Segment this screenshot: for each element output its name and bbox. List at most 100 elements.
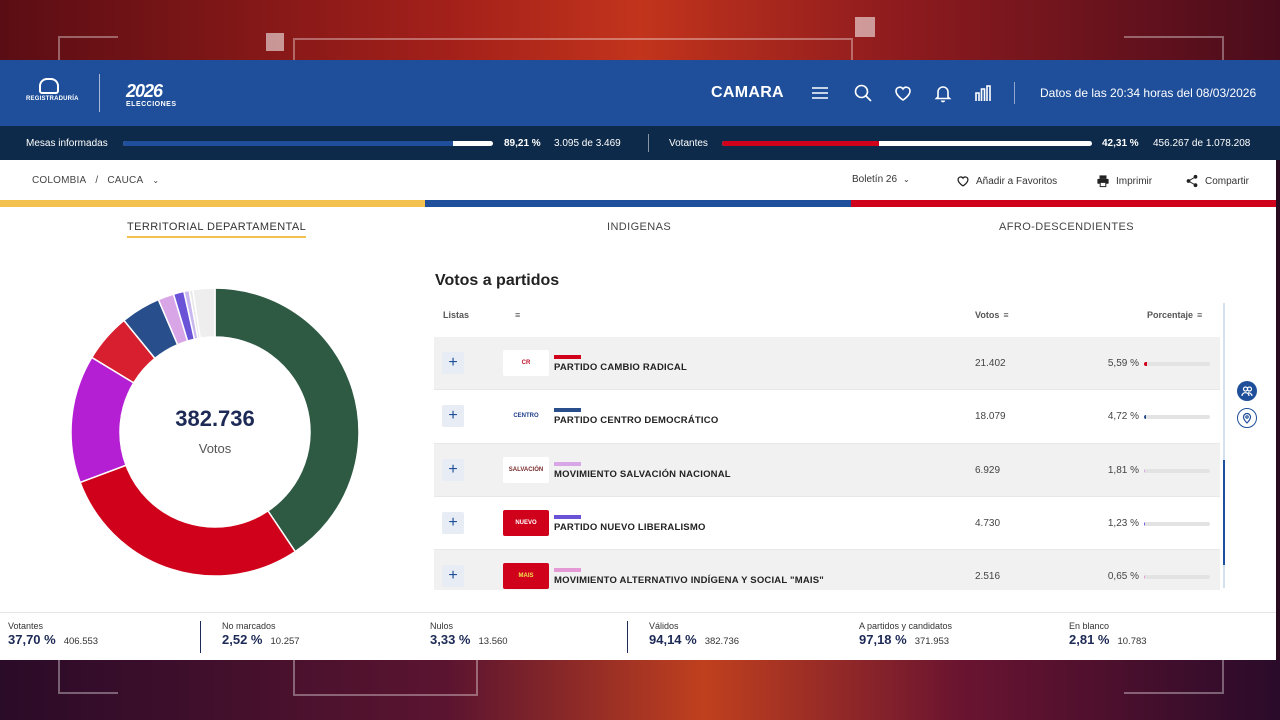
tab-indigenas[interactable]: INDIGENAS [607,221,671,236]
party-row[interactable]: + CR PARTIDO CAMBIO RADICAL 21.402 5,59 … [434,337,1220,391]
share-icon [1186,174,1198,188]
party-name: MOVIMIENTO ALTERNATIVO INDÍGENA Y SOCIAL… [554,575,825,587]
column-header-votos[interactable]: Votos ≡ [975,310,1009,320]
candidates-button[interactable] [1237,381,1257,401]
party-votes: 21.402 [975,358,1006,369]
party-color-stripe [554,461,581,466]
data-timestamp: Datos de las 20:34 horas del 08/03/2026 [1040,86,1257,100]
bell-icon[interactable] [933,83,953,103]
party-percent-fill [1144,415,1147,420]
strip-divider [648,134,649,152]
expand-button[interactable]: + [442,458,464,481]
votes-donut-chart [70,287,360,577]
party-votes: 4.730 [975,517,1001,529]
mesas-label: Mesas informadas [26,138,108,149]
party-row[interactable]: + NUEVO LIBERALISMO PARTIDO NUEVO LIBERA… [434,497,1220,551]
stat-percent: 94,14 % [649,632,697,647]
stat-label: Nulos [430,621,454,631]
table-scrollbar-thumb[interactable] [1223,460,1225,565]
party-percent: 1,23 % [1107,517,1139,529]
stat-count: 10.257 [270,636,300,647]
stat-percent: 2,81 % [1069,632,1110,647]
flag-red-segment [850,200,1276,207]
share-button[interactable]: Compartir [1185,174,1249,188]
elections-logo-word: ELECCIONES [126,101,177,108]
progress-strip: Mesas informadas 89,21 % 3.095 de 3.469 … [0,126,1280,160]
party-percent: 5,59 % [1107,358,1139,369]
votantes-label: Votantes [669,138,708,149]
votantes-progress-bar [722,141,1092,146]
print-button[interactable]: Imprimir [1096,174,1152,188]
elections-logo-year: 2026 [126,81,163,101]
expand-button[interactable]: + [442,565,464,588]
stat-percent: 37,70 % [8,632,56,647]
tab-territorial-departamental[interactable]: TERRITORIAL DEPARTAMENTAL [127,221,307,238]
party-list[interactable]: + CR PARTIDO CAMBIO RADICAL 21.402 5,59 … [434,337,1220,590]
party-percent-bar [1144,575,1210,580]
location-button[interactable] [1237,408,1257,428]
map-pin-icon [1242,412,1252,424]
add-favorites-button[interactable]: Añadir a Favoritos [956,174,1057,188]
stat-percent: 2,52 % [222,632,263,647]
breadcrumb: COLOMBIA / CAUCA ⌄ [32,175,165,186]
party-logo: CENTRO [503,403,549,430]
menu-icon[interactable] [810,83,830,103]
column-header-listas[interactable]: Listas [443,310,469,320]
party-name: PARTIDO NUEVO LIBERALISMO [554,521,706,533]
summary-stats-bar: Votantes 37,70 % 406.553 No marcados 2,52… [0,612,1276,660]
breadcrumb-department[interactable]: CAUCA [107,175,143,186]
party-votes: 2.516 [975,571,1001,583]
donut-total-votes: 382.736 [175,406,255,431]
stat-count: 13.560 [478,636,508,647]
stat-count: 406.553 [63,636,99,647]
tab-afro-descendientes[interactable]: AFRO-DESCENDIENTES [999,221,1134,236]
party-color-stripe [554,514,581,519]
heart-icon [957,176,969,187]
bar-chart-icon[interactable] [973,83,993,103]
votantes-count: 456.267 de 1.078.208 [1153,138,1251,149]
column-header-votos-label: Votos [975,310,1000,320]
column-header-listas-label: Listas [443,310,470,320]
chevron-down-icon[interactable]: ⌄ [152,176,159,185]
top-header: REGISTRADURÍA 2026 ELECCIONES CAMARA Dat… [0,60,1280,126]
sort-icon[interactable]: ≡ [1003,310,1008,320]
background-bottom-banner [0,660,1280,720]
party-percent-fill [1144,521,1145,526]
party-row[interactable]: + SALVACIÓN NACIONAL MOVIMIENTO SALVACIÓ… [434,443,1220,497]
heart-icon[interactable] [893,83,913,103]
share-label: Compartir [1205,175,1249,187]
coat-of-arms-icon [39,78,59,94]
bulletin-selector[interactable]: Boletín 26 ⌄ [852,174,910,185]
donut-slice-1[interactable] [79,464,297,577]
party-row[interactable]: + CENTRO PARTIDO CENTRO DEMOCRÁTICO 18.0… [434,390,1220,444]
party-color-stripe [554,408,581,413]
party-percent-bar [1144,468,1210,473]
search-icon[interactable] [853,83,873,103]
breadcrumb-country[interactable]: COLOMBIA [32,175,86,186]
party-percent: 1,81 % [1107,464,1139,476]
registry-logo[interactable]: REGISTRADURÍA [26,78,78,110]
expand-button[interactable]: + [442,352,464,374]
stat-votantes: Votantes 37,70 % 406.553 [8,621,98,647]
page-title: CAMARA [711,84,784,101]
stat-count: 382.736 [704,636,740,647]
party-name: PARTIDO CAMBIO RADICAL [554,362,687,373]
stat-divider [627,621,628,653]
sort-icon[interactable]: ≡ [1197,310,1202,320]
stat-label: Votantes [8,621,44,631]
party-percent: 4,72 % [1107,411,1139,423]
bulletin-label: Boletín 26 [852,174,898,185]
party-percent-fill [1144,468,1145,473]
party-percent-fill [1144,575,1145,580]
party-percent: 0,65 % [1107,571,1139,583]
column-header-porcentaje[interactable]: Porcentaje ≡ [1147,310,1202,320]
party-row[interactable]: + MAIS MOVIMIENTO ALTERNATIVO INDÍGENA Y… [434,550,1220,590]
expand-button[interactable]: + [442,511,464,534]
elections-logo[interactable]: 2026 ELECCIONES [126,82,177,108]
listas-sort-icon[interactable]: ≡ [511,310,520,320]
expand-button[interactable]: + [442,405,464,428]
donut-caption: Votos [198,441,232,456]
column-header-porcentaje-label: Porcentaje [1147,310,1194,320]
sort-glyph: ≡ [515,310,521,320]
stat-percent: 3,33 % [430,632,471,647]
